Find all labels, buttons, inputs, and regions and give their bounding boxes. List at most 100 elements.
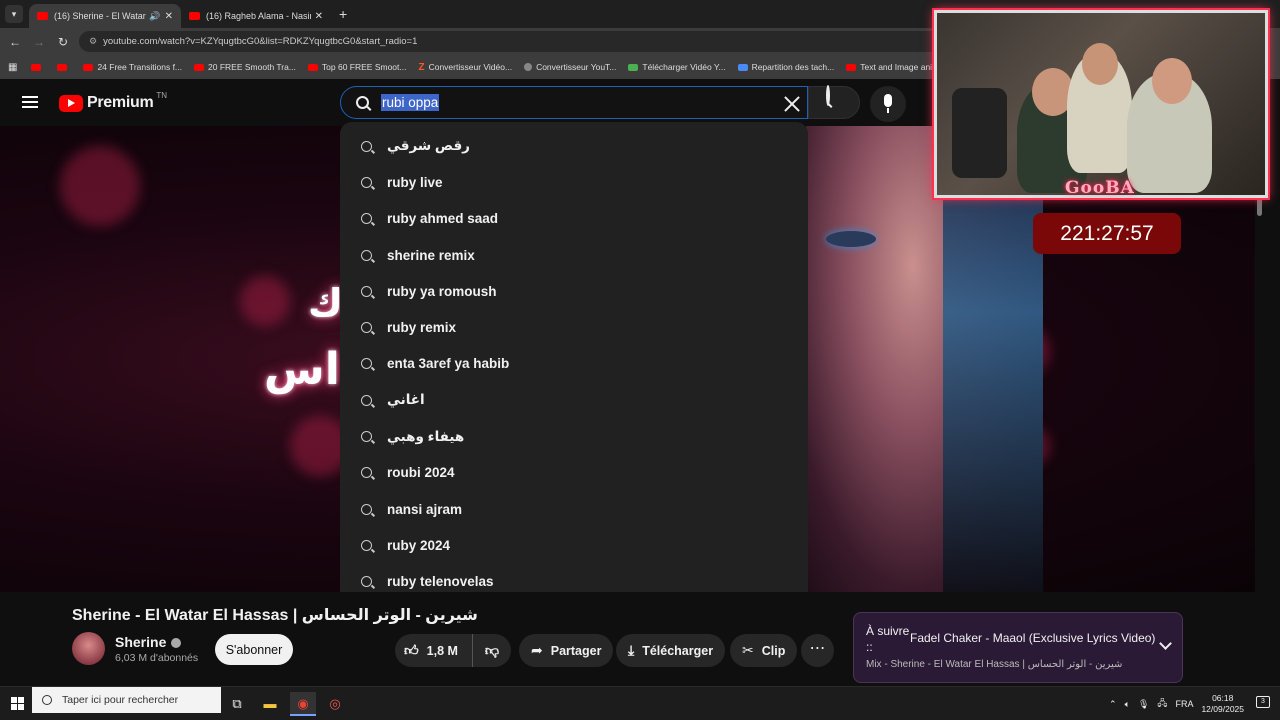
clip-button[interactable]: ✂ Clip: [730, 634, 798, 667]
search-icon: [361, 467, 372, 479]
video-title: Sherine - El Watar El Hassas | شيرين - ا…: [72, 607, 478, 624]
more-actions-button[interactable]: ⋯: [801, 634, 834, 667]
download-icon: [628, 63, 639, 71]
bokeh-light: [240, 276, 290, 326]
up-next-title: Fadel Chaker - Maaol (Exclusive Lyrics V…: [910, 631, 1156, 645]
bookmark-item[interactable]: Text and Image ani...: [846, 62, 939, 72]
youtube-icon: [194, 63, 205, 71]
suggestion-item[interactable]: اغاني: [340, 382, 808, 418]
forward-icon[interactable]: →: [27, 35, 51, 49]
tab-title: (16) Sherine - El Watar El Hassas: [54, 11, 146, 21]
bookmark-item[interactable]: 24 Free Transitions f...: [83, 62, 182, 72]
system-tray: ⌃ 🔈︎ 🎙︎ 🖧 FRA 06:18 12/09/2025: [1109, 687, 1244, 720]
search-suggestions: رقص شرقي ruby live ruby ahmed saad sheri…: [340, 122, 808, 620]
task-view-icon[interactable]: ⧉: [224, 692, 250, 716]
bookmark-item[interactable]: Top 60 FREE Smoot...: [307, 62, 406, 72]
bokeh-light: [60, 146, 140, 226]
windows-taskbar: Taper ici pour rechercher ⧉ ▬ ◉ ◎ ⌃ 🔈︎ 🎙…: [0, 686, 1280, 720]
up-next-panel[interactable]: À suivre :: Fadel Chaker - Maaol (Exclus…: [853, 612, 1183, 683]
suggestion-item[interactable]: nansi ajram: [340, 491, 808, 527]
bookmark-item[interactable]: Repartition des tach...: [737, 62, 834, 72]
suggestion-item[interactable]: هيفاء وهبي: [340, 418, 808, 454]
lyrics-overlay: ك: [308, 281, 343, 325]
chevron-up-icon[interactable]: ⌃: [1109, 699, 1117, 710]
search-icon: [361, 503, 372, 515]
chrome-icon[interactable]: ◉: [290, 692, 316, 716]
watch-metadata: Sherine - El Watar El Hassas | شيرين - ا…: [0, 592, 1255, 686]
youtube-icon: [57, 63, 68, 71]
suggestion-item[interactable]: ruby ahmed saad: [340, 201, 808, 237]
voice-search-icon[interactable]: [870, 86, 906, 122]
bookmark-item[interactable]: Convertisseur YouT...: [524, 62, 616, 72]
search-icon: [361, 249, 372, 261]
notifications-icon[interactable]: 3: [1256, 696, 1270, 708]
close-tab-icon[interactable]: ✕: [315, 11, 323, 22]
new-tab-icon[interactable]: +: [339, 6, 347, 22]
youtube-play-icon: [59, 94, 83, 112]
channel-name[interactable]: Sherine: [115, 634, 182, 650]
search-query[interactable]: rubi oppa: [381, 94, 440, 111]
back-icon[interactable]: ←: [3, 35, 27, 49]
search-icon: [361, 394, 372, 406]
clear-search-icon[interactable]: [781, 93, 803, 115]
verified-icon: [171, 638, 182, 649]
youtube-icon: [846, 63, 857, 71]
network-icon[interactable]: 🖧: [1157, 696, 1167, 712]
close-tab-icon[interactable]: ✕: [165, 11, 173, 22]
tab-ragheb[interactable]: (16) Ragheb Alama - Nasini El Donya ✕: [181, 4, 331, 28]
bookmark-item[interactable]: 20 FREE Smooth Tra...: [194, 62, 296, 72]
search-icon: [361, 140, 372, 152]
tab-sherine[interactable]: (16) Sherine - El Watar El Hassas 🔊 ✕: [29, 4, 181, 28]
address-bar[interactable]: ⚙ youtube.com/watch?v=KZYqugtbcG0&list=R…: [79, 31, 989, 52]
download-button[interactable]: ⤓ Télécharger: [616, 634, 726, 667]
suggestion-item[interactable]: sherine remix: [340, 237, 808, 273]
suggestion-item[interactable]: ruby ya romoush: [340, 273, 808, 309]
share-button[interactable]: ➦ Partager: [519, 634, 614, 667]
bookmark-item[interactable]: [31, 63, 45, 71]
page-scrollbar[interactable]: [1255, 126, 1280, 686]
suggestion-item[interactable]: رقص شرقي: [340, 128, 808, 164]
speaker-icon[interactable]: 🔈︎: [1125, 699, 1130, 710]
suggestion-item[interactable]: ruby remix: [340, 309, 808, 345]
youtube-icon: [189, 12, 200, 20]
like-button[interactable]: 👍︎ 1,8 M: [395, 634, 473, 667]
reload-icon[interactable]: ↻: [51, 35, 75, 49]
bookmark-item[interactable]: [57, 63, 71, 71]
up-next-playlist: Mix - Sherine - El Watar El Hassas | شير…: [866, 659, 1123, 670]
search-button[interactable]: [808, 85, 860, 119]
bookmark-item[interactable]: Télécharger Vidéo Y...: [628, 62, 726, 72]
thumbs-down-icon: 👎︎: [484, 642, 500, 658]
like-dislike-group: 👍︎ 1,8 M 👎︎: [395, 634, 511, 667]
clock[interactable]: 06:18 12/09/2025: [1201, 693, 1244, 715]
speaker-icon[interactable]: 🔊: [149, 11, 160, 22]
search-input[interactable]: rubi oppa: [340, 86, 808, 119]
taskbar-search-input[interactable]: Taper ici pour rechercher: [32, 687, 221, 713]
file-explorer-icon[interactable]: ▬: [257, 692, 283, 716]
tab-search-button[interactable]: ▾: [5, 5, 23, 23]
doc-icon: [737, 63, 748, 71]
search-icon: [361, 431, 372, 443]
apps-icon[interactable]: ▦: [8, 62, 17, 73]
stream-timer: 221:27:57: [1033, 213, 1181, 254]
search-icon: [361, 213, 372, 225]
suggestion-item[interactable]: roubi 2024: [340, 455, 808, 491]
youtube-icon: [31, 63, 42, 71]
suggestion-item[interactable]: ruby live: [340, 164, 808, 200]
avatar[interactable]: [72, 632, 105, 665]
suggestion-item[interactable]: ruby 2024: [340, 527, 808, 563]
subscribe-button[interactable]: S'abonner: [215, 634, 293, 665]
youtube-premium-logo[interactable]: Premium TN: [59, 91, 167, 112]
windows-start-icon[interactable]: [11, 697, 24, 710]
url-text: youtube.com/watch?v=KZYqugtbcG0&list=RDK…: [103, 36, 418, 47]
menu-icon[interactable]: [22, 96, 38, 108]
dislike-button[interactable]: 👎︎: [473, 642, 511, 659]
bookmark-item[interactable]: Z Convertisseur Vidéo...: [418, 62, 512, 73]
language-indicator[interactable]: FRA: [1175, 699, 1193, 709]
obs-icon[interactable]: ◎: [322, 692, 348, 716]
download-icon: ⤓: [628, 642, 635, 658]
lyrics-overlay: اس: [264, 344, 340, 395]
search-icon: [361, 576, 372, 588]
suggestion-item[interactable]: enta 3aref ya habib: [340, 346, 808, 382]
site-info-icon[interactable]: ⚙: [89, 36, 97, 47]
microphone-icon[interactable]: 🎙︎: [1138, 699, 1149, 710]
